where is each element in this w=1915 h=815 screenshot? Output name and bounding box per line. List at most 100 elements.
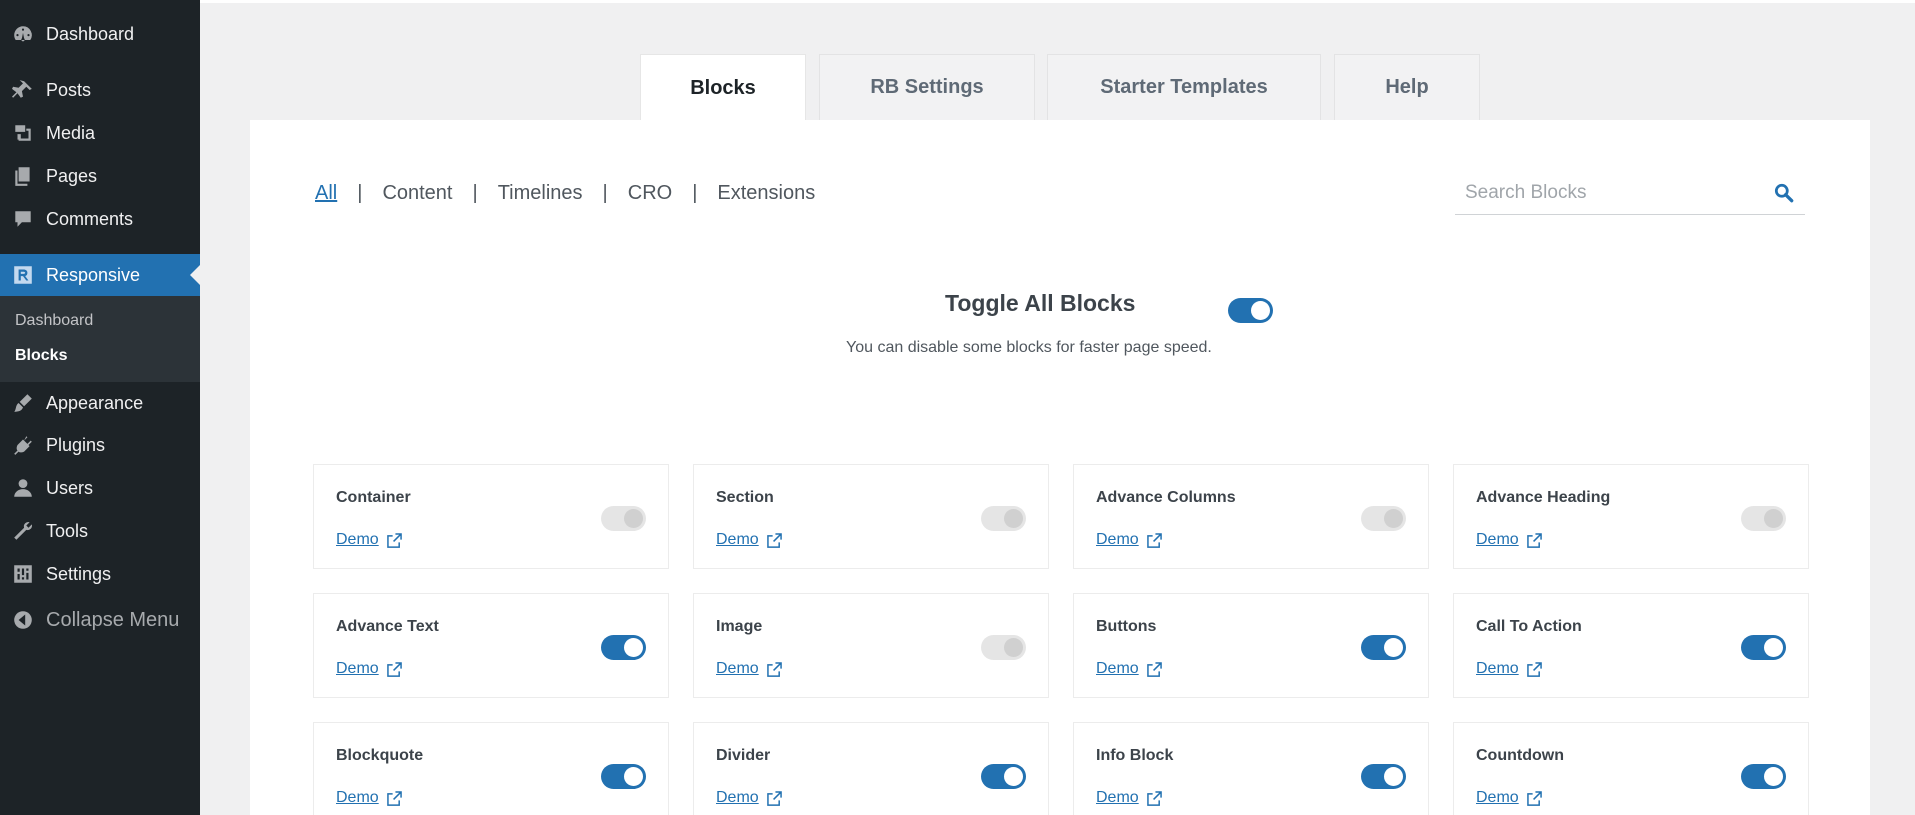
block-toggle-switch[interactable] bbox=[1741, 506, 1786, 531]
block-toggle-switch[interactable] bbox=[981, 506, 1026, 531]
sidebar-item-plugins[interactable]: Plugins bbox=[0, 425, 200, 465]
switch-knob bbox=[1004, 509, 1023, 528]
block-card: Container Demo bbox=[313, 464, 669, 569]
external-link-icon bbox=[766, 790, 782, 806]
external-link-icon bbox=[766, 661, 782, 677]
block-demo-link[interactable]: Demo bbox=[1476, 660, 1542, 678]
brush-icon bbox=[10, 390, 36, 416]
external-link-icon bbox=[1526, 661, 1542, 677]
block-card: Section Demo bbox=[693, 464, 1049, 569]
external-link-icon bbox=[1526, 790, 1542, 806]
sidebar-item-posts[interactable]: Posts bbox=[0, 70, 200, 110]
sidebar-item-label: Posts bbox=[46, 79, 92, 100]
collapse-icon bbox=[10, 607, 36, 633]
block-toggle-switch[interactable] bbox=[601, 764, 646, 789]
toggle-all-description: You can disable some blocks for faster p… bbox=[846, 339, 1212, 356]
sidebar-item-label: Plugins bbox=[46, 434, 106, 455]
block-demo-link[interactable]: Demo bbox=[336, 789, 402, 807]
filter-all[interactable]: All bbox=[315, 182, 337, 205]
filter-extensions[interactable]: Extensions bbox=[717, 182, 815, 205]
responsive-logo-icon bbox=[10, 262, 36, 288]
block-demo-link[interactable]: Demo bbox=[716, 660, 782, 678]
demo-label: Demo bbox=[1476, 660, 1519, 677]
sidebar-item-dashboard[interactable]: Dashboard bbox=[0, 14, 200, 54]
filter-cro[interactable]: CRO bbox=[628, 182, 672, 205]
external-link-icon bbox=[1146, 790, 1162, 806]
sidebar-item-settings[interactable]: Settings bbox=[0, 554, 200, 594]
demo-label: Demo bbox=[336, 531, 379, 548]
block-toggle-switch[interactable] bbox=[1741, 764, 1786, 789]
block-toggle-switch[interactable] bbox=[1361, 506, 1406, 531]
external-link-icon bbox=[386, 661, 402, 677]
block-demo-link[interactable]: Demo bbox=[1096, 531, 1162, 549]
sidebar-item-users[interactable]: Users bbox=[0, 468, 200, 508]
sidebar-item-label: Users bbox=[46, 477, 94, 498]
submenu-item-blocks[interactable]: Blocks bbox=[15, 347, 67, 365]
block-demo-link[interactable]: Demo bbox=[716, 789, 782, 807]
block-name: Divider bbox=[716, 747, 771, 764]
plugin-icon bbox=[10, 432, 36, 458]
demo-label: Demo bbox=[716, 660, 759, 677]
sidebar-item-responsive[interactable]: Responsive bbox=[0, 254, 200, 296]
block-name: Blockquote bbox=[336, 747, 424, 764]
block-toggle-switch[interactable] bbox=[1361, 764, 1406, 789]
sidebar-item-comments[interactable]: Comments bbox=[0, 199, 200, 239]
block-demo-link[interactable]: Demo bbox=[336, 531, 402, 549]
tab-rb-settings[interactable]: RB Settings bbox=[819, 54, 1035, 120]
collapse-menu-button[interactable]: Collapse Menu bbox=[0, 600, 200, 640]
tab-help[interactable]: Help bbox=[1334, 54, 1480, 120]
filter-timelines[interactable]: Timelines bbox=[498, 182, 583, 205]
search-input[interactable] bbox=[1455, 182, 1755, 204]
demo-label: Demo bbox=[1096, 789, 1139, 806]
switch-knob bbox=[1004, 638, 1023, 657]
block-demo-link[interactable]: Demo bbox=[336, 660, 402, 678]
filter-separator: | bbox=[692, 182, 698, 204]
block-card: Blockquote Demo bbox=[313, 722, 669, 815]
search-icon[interactable] bbox=[1773, 182, 1795, 204]
switch-knob bbox=[1764, 509, 1783, 528]
block-toggle-switch[interactable] bbox=[1361, 635, 1406, 660]
sidebar-item-appearance[interactable]: Appearance bbox=[0, 383, 200, 423]
sidebar-item-label: Media bbox=[46, 122, 96, 143]
block-demo-link[interactable]: Demo bbox=[1096, 660, 1162, 678]
block-name: Section bbox=[716, 489, 774, 506]
block-demo-link[interactable]: Demo bbox=[1096, 789, 1162, 807]
sidebar-item-pages[interactable]: Pages bbox=[0, 156, 200, 196]
sidebar-item-media[interactable]: Media bbox=[0, 113, 200, 153]
block-toggle-switch[interactable] bbox=[601, 635, 646, 660]
demo-label: Demo bbox=[1476, 789, 1519, 806]
responsive-submenu: Dashboard Blocks bbox=[0, 296, 200, 382]
block-name: Buttons bbox=[1096, 618, 1157, 635]
demo-label: Demo bbox=[716, 789, 759, 806]
block-card: Buttons Demo bbox=[1073, 593, 1429, 698]
sidebar-item-label: Pages bbox=[46, 165, 98, 186]
filter-separator: | bbox=[602, 182, 608, 204]
blocks-panel: All | Content | Timelines | CRO | Extens… bbox=[250, 120, 1870, 815]
submenu-item-dashboard[interactable]: Dashboard bbox=[15, 312, 93, 330]
sidebar-item-tools[interactable]: Tools bbox=[0, 511, 200, 551]
block-name: Info Block bbox=[1096, 747, 1174, 764]
block-card: Advance Text Demo bbox=[313, 593, 669, 698]
admin-sidebar: Dashboard Posts Media Pages Comments Res… bbox=[0, 0, 200, 815]
toggle-all-switch[interactable] bbox=[1228, 298, 1273, 323]
filter-content[interactable]: Content bbox=[382, 182, 452, 205]
block-demo-link[interactable]: Demo bbox=[1476, 789, 1542, 807]
external-link-icon bbox=[386, 790, 402, 806]
external-link-icon bbox=[1526, 532, 1542, 548]
media-icon bbox=[10, 120, 36, 146]
block-card: Info Block Demo bbox=[1073, 722, 1429, 815]
block-demo-link[interactable]: Demo bbox=[716, 531, 782, 549]
sidebar-item-label: Tools bbox=[46, 520, 89, 541]
tab-blocks[interactable]: Blocks bbox=[640, 54, 806, 121]
switch-knob bbox=[1384, 767, 1403, 786]
external-link-icon bbox=[766, 532, 782, 548]
demo-label: Demo bbox=[1096, 531, 1139, 548]
block-toggle-switch[interactable] bbox=[1741, 635, 1786, 660]
block-toggle-switch[interactable] bbox=[981, 764, 1026, 789]
block-demo-link[interactable]: Demo bbox=[1476, 531, 1542, 549]
block-toggle-switch[interactable] bbox=[601, 506, 646, 531]
tab-starter-templates[interactable]: Starter Templates bbox=[1047, 54, 1321, 120]
switch-knob bbox=[624, 509, 643, 528]
external-link-icon bbox=[1146, 532, 1162, 548]
block-toggle-switch[interactable] bbox=[981, 635, 1026, 660]
